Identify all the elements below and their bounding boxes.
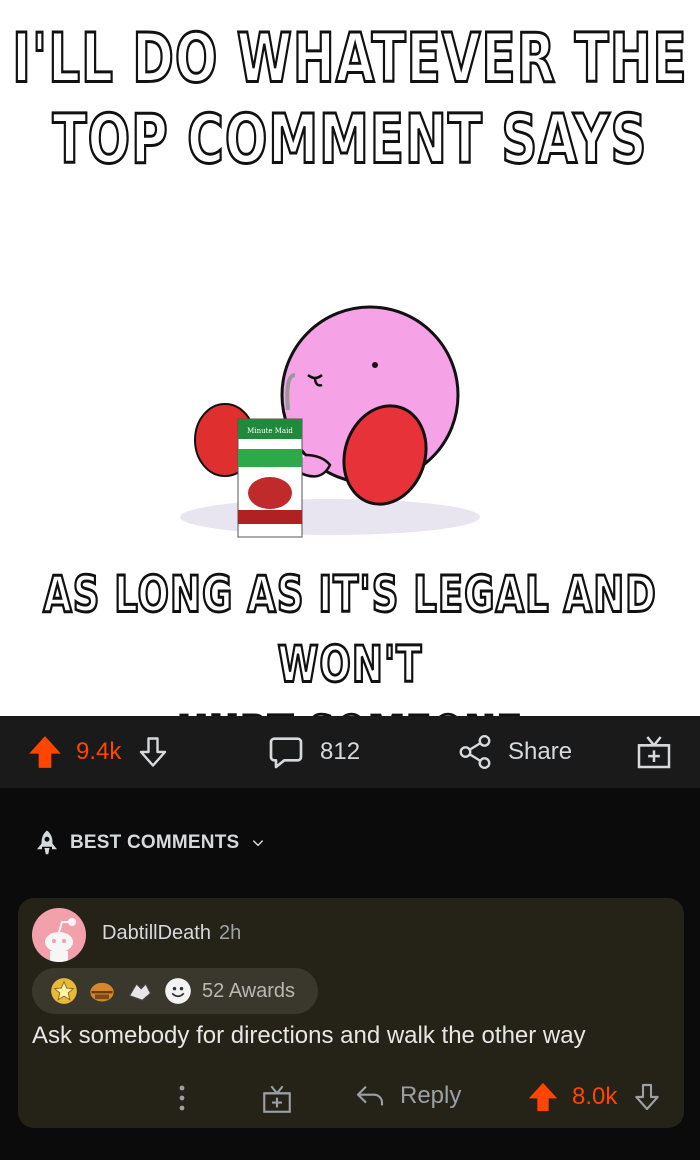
post-vote-group: 9.4k: [26, 716, 171, 788]
kirby-illustration: Minute Maid: [180, 305, 480, 538]
helmet-award-icon: [90, 982, 114, 1002]
comment-count: 812: [320, 738, 361, 765]
meme-top-caption-line2: TOP COMMENT SAYS: [51, 99, 648, 180]
awards-count: 52 Awards: [202, 979, 296, 1002]
upvote-icon[interactable]: [26, 733, 64, 771]
gift-award-icon[interactable]: [260, 1082, 294, 1116]
comment-vote-group: 8.0k: [526, 1080, 663, 1114]
comment-score: 8.0k: [572, 1083, 618, 1110]
juice-box-icon: Minute Maid: [237, 418, 303, 538]
comments-button[interactable]: 812: [266, 716, 360, 788]
give-award-button[interactable]: [634, 716, 674, 788]
share-button[interactable]: Share: [456, 716, 572, 788]
comment-sort-dropdown[interactable]: BEST COMMENTS: [32, 828, 265, 858]
star-award-icon: [51, 978, 77, 1004]
comment-time: 2h: [218, 922, 242, 944]
wholesome-award-icon: [165, 978, 191, 1004]
reply-button[interactable]: Reply: [354, 1080, 461, 1112]
rocket-icon: [37, 830, 57, 855]
post-image[interactable]: I'LL DO WHATEVER THE TOP COMMENT SAYS Mi…: [0, 0, 700, 716]
svg-text:Minute Maid: Minute Maid: [247, 427, 293, 435]
gift-award-icon: [637, 736, 671, 769]
sort-label: BEST COMMENTS: [70, 832, 240, 853]
post-score: 9.4k: [76, 738, 122, 765]
comment-awards[interactable]: 52 Awards: [32, 968, 318, 1014]
meme-bottom-caption-line2: HURT SOMEONE: [0, 700, 700, 716]
meme-bottom-caption: AS LONG AS IT'S LEGAL AND WON'T HURT SOM…: [0, 560, 700, 716]
meme-top-caption-line1: I'LL DO WHATEVER THE: [11, 18, 688, 99]
comment-author-line: DabtillDeath 2h: [102, 922, 241, 945]
downvote-icon[interactable]: [135, 734, 171, 770]
comment-action-bar: Reply 8.0k: [18, 1070, 684, 1126]
avatar[interactable]: [32, 908, 86, 962]
upvote-icon[interactable]: [526, 1080, 560, 1114]
snoo-avatar-icon: [45, 918, 76, 962]
reply-arrow-icon: [356, 1085, 384, 1106]
comment-body: Ask somebody for directions and walk the…: [32, 1022, 586, 1049]
more-options-icon[interactable]: [170, 1080, 194, 1116]
downvote-icon[interactable]: [631, 1081, 663, 1113]
chevron-down-icon: [253, 840, 264, 847]
comment-card: DabtillDeath 2h 52 Awards Ask somebody fo…: [18, 898, 684, 1128]
post-action-bar: 9.4k 812 Share: [0, 716, 700, 788]
meme-bottom-caption-line1: AS LONG AS IT'S LEGAL AND WON'T: [42, 564, 657, 695]
handshake-award-icon: [128, 983, 152, 1001]
share-label: Share: [508, 738, 573, 765]
comment-author[interactable]: DabtillDeath: [102, 922, 211, 944]
comment-bubble-icon: [269, 737, 303, 769]
share-icon: [459, 734, 491, 770]
reply-label: Reply: [400, 1082, 462, 1109]
meme-top-caption: I'LL DO WHATEVER THE TOP COMMENT SAYS: [0, 18, 700, 180]
